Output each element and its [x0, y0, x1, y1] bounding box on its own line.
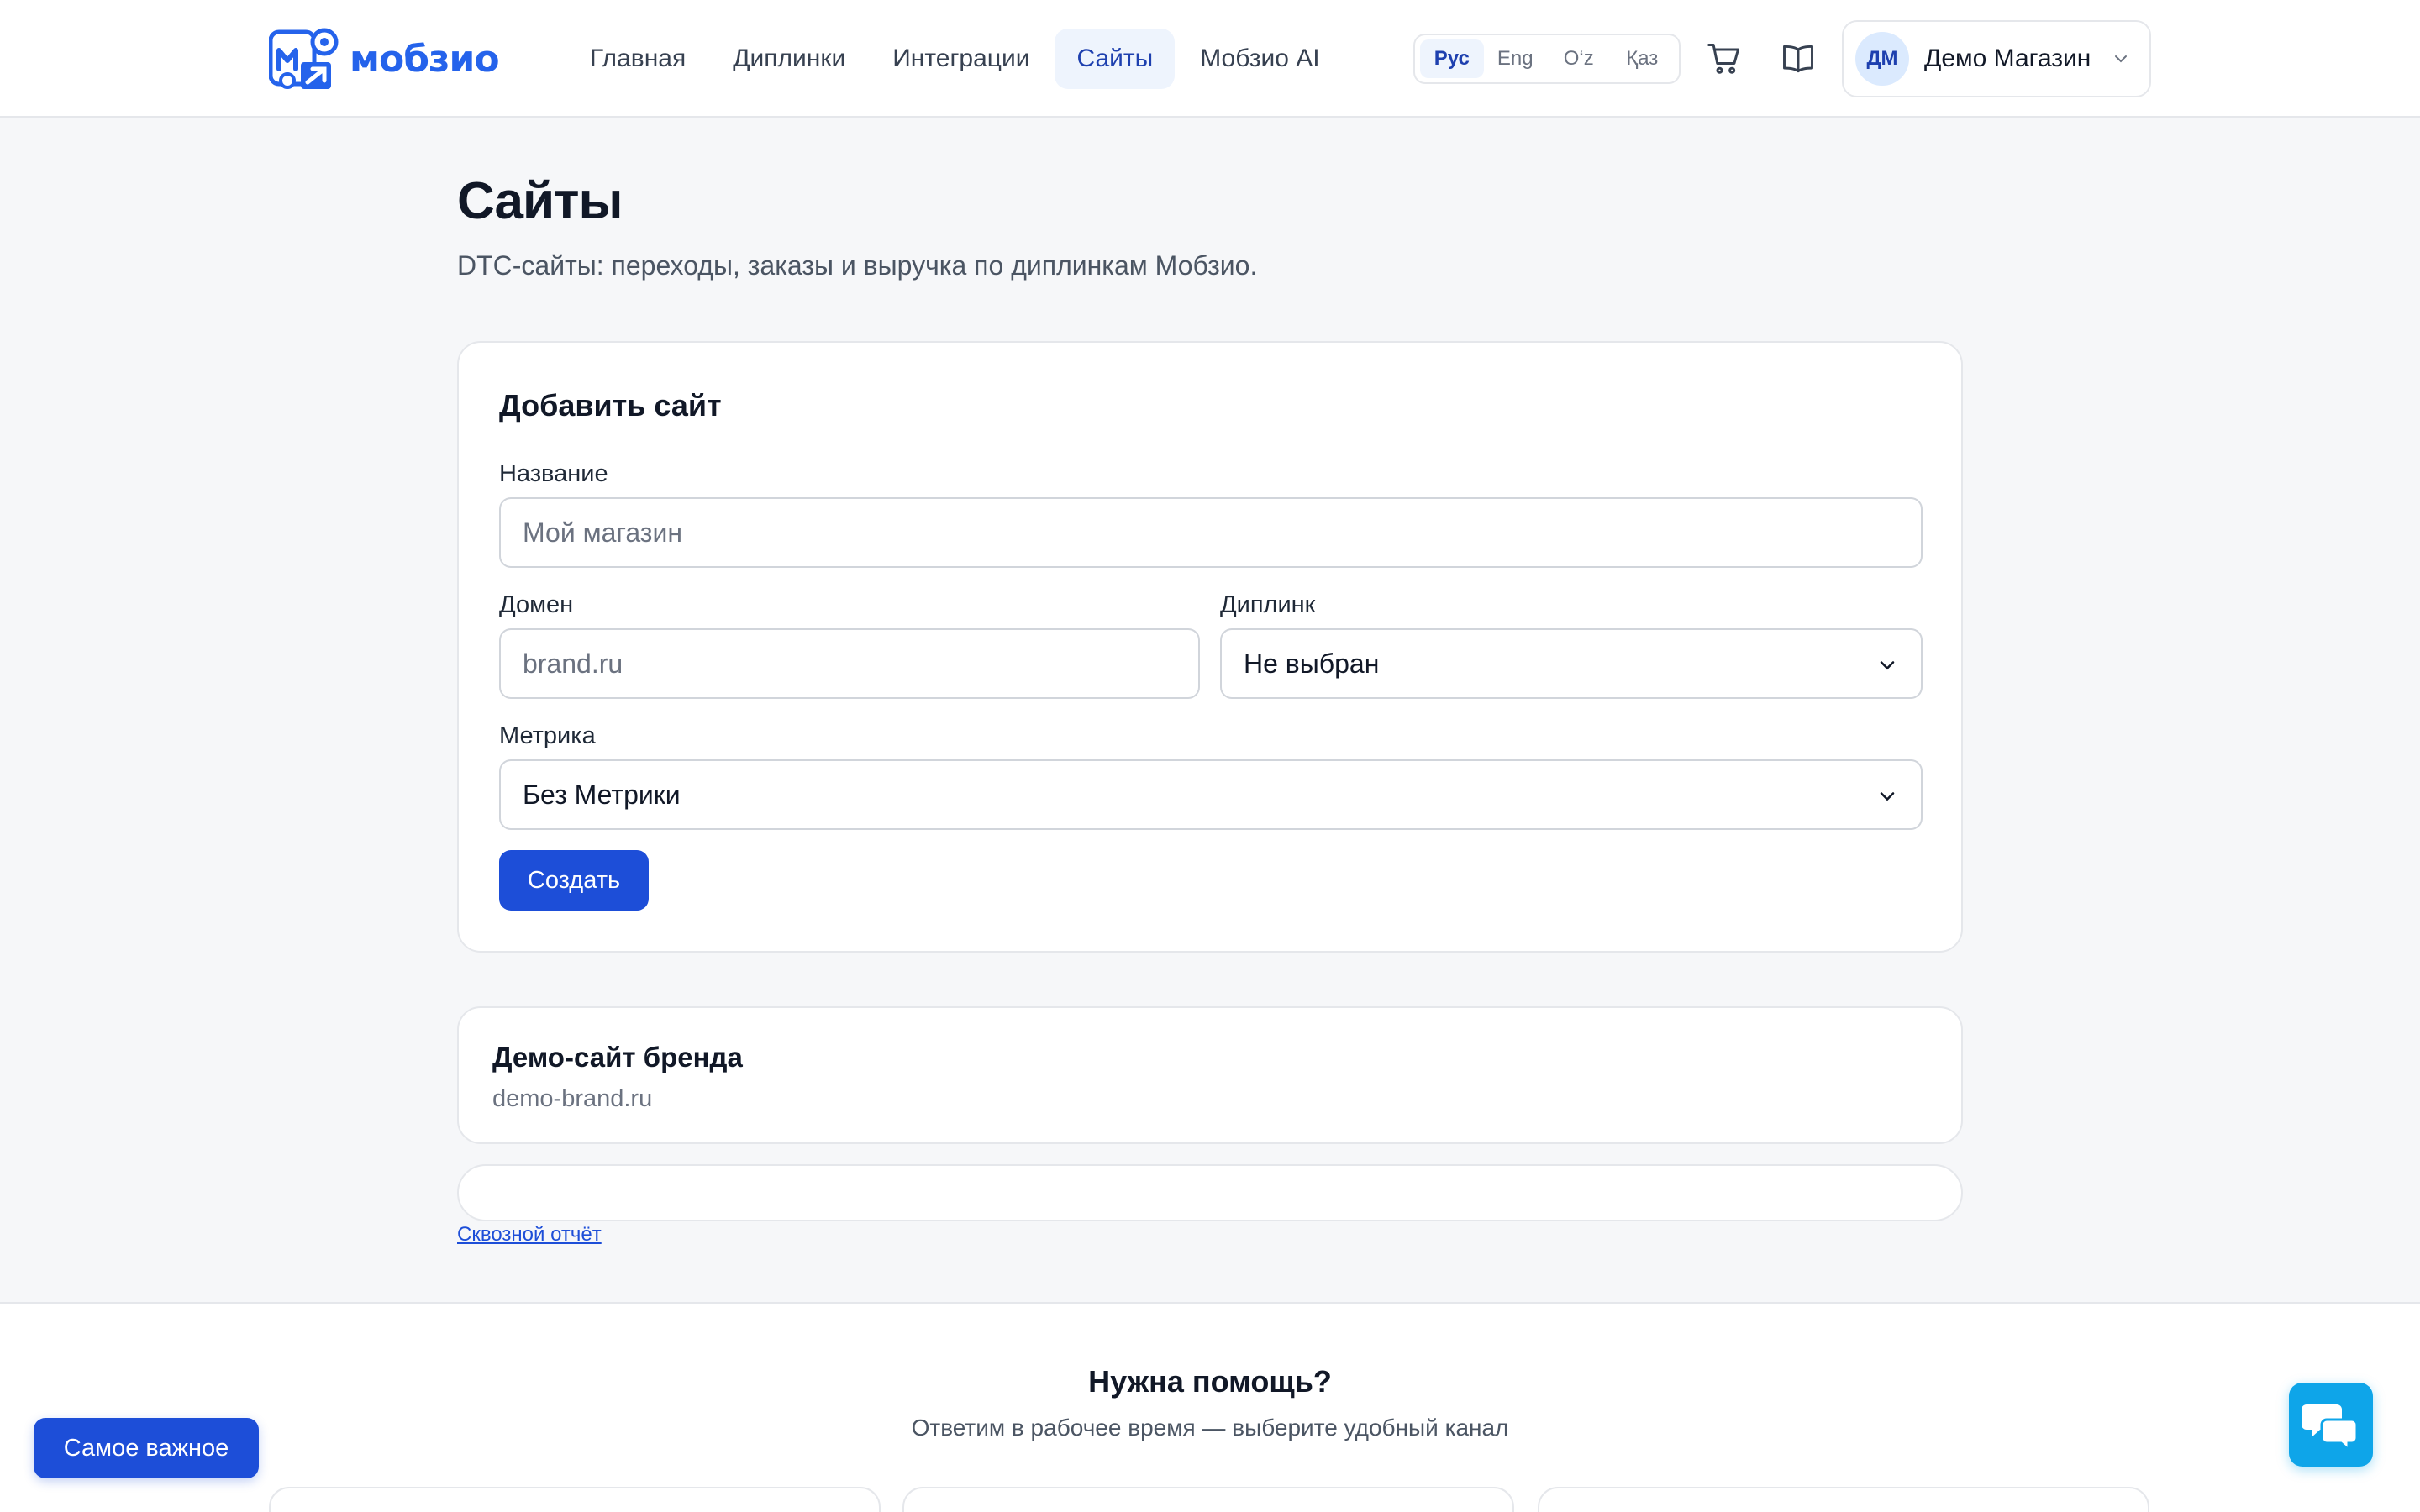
site-name: Демо-сайт бренда — [492, 1042, 743, 1073]
chat-icon[interactable] — [2289, 1383, 2373, 1467]
language-switcher: Рус Eng O‘z Қаз — [1413, 34, 1681, 84]
book-icon[interactable] — [1780, 40, 1817, 77]
lang-uz[interactable]: O‘z — [1547, 39, 1611, 78]
main-nav: Главная Диплинки Интеграции Сайты Мобзио… — [568, 29, 1345, 89]
help-footer: Нужна помощь? Ответим в рабочее время — … — [0, 1302, 2420, 1512]
chevron-down-icon — [1880, 792, 1895, 801]
logo-text: мобзио — [350, 37, 500, 81]
add-site-form: Добавить сайт Название Мой магазин Домен… — [457, 341, 1963, 953]
page-subtitle: DTC-сайты: переходы, заказы и выручка по… — [457, 250, 1258, 281]
name-label: Название — [499, 460, 608, 487]
nav-item-mobzio-ai[interactable]: Мобзио AI — [1178, 29, 1341, 89]
account-menu[interactable]: ДМ Демо Магазин — [1842, 20, 2151, 97]
nav-item-home[interactable]: Главная — [568, 29, 708, 89]
site-card[interactable]: Демо-сайт бренда demo-brand.ru — [457, 1006, 1963, 1144]
help-title: Нужна помощь? — [1088, 1364, 1332, 1399]
site-domain: demo-brand.ru — [492, 1085, 653, 1112]
lang-kz[interactable]: Қаз — [1611, 39, 1675, 78]
top-header: мобзио Главная Диплинки Интеграции Сайты… — [0, 0, 2420, 118]
logo[interactable]: мобзио — [269, 24, 500, 94]
form-title: Добавить сайт — [499, 388, 722, 423]
deeplink-select-value: Не выбран — [1244, 648, 1380, 679]
empty-card — [457, 1164, 1963, 1221]
help-channel-card[interactable] — [902, 1487, 1514, 1512]
end-to-end-report-link[interactable]: Сквозной отчёт — [457, 1223, 602, 1247]
help-channel-card[interactable] — [269, 1487, 881, 1512]
domain-input[interactable]: brand.ru — [499, 628, 1200, 699]
nav-item-integrations[interactable]: Интеграции — [871, 29, 1051, 89]
name-input[interactable]: Мой магазин — [499, 497, 1923, 568]
deeplink-select[interactable]: Не выбран — [1220, 628, 1923, 699]
page-title: Сайты — [457, 172, 623, 230]
nav-item-sites[interactable]: Сайты — [1055, 29, 1176, 89]
chevron-down-icon — [2115, 55, 2127, 63]
avatar: ДМ — [1855, 32, 1909, 86]
cart-icon[interactable] — [1706, 40, 1743, 77]
help-subtitle: Ответим в рабочее время — выберите удобн… — [911, 1415, 1509, 1441]
nav-item-deeplinks[interactable]: Диплинки — [711, 29, 867, 89]
important-button[interactable]: Самое важное — [34, 1418, 259, 1478]
metrika-select[interactable]: Без Метрики — [499, 759, 1923, 830]
deeplink-label: Диплинк — [1220, 591, 1316, 618]
create-button[interactable]: Создать — [499, 850, 649, 911]
lang-ru[interactable]: Рус — [1420, 39, 1484, 78]
logo-mark-icon — [269, 28, 339, 89]
chevron-down-icon — [1880, 661, 1895, 670]
domain-label: Домен — [499, 591, 574, 618]
metrika-label: Метрика — [499, 722, 596, 749]
help-channel-card[interactable] — [1538, 1487, 2149, 1512]
account-name: Демо Магазин — [1924, 45, 2091, 72]
lang-en[interactable]: Eng — [1484, 39, 1548, 78]
metrika-select-value: Без Метрики — [523, 779, 681, 810]
